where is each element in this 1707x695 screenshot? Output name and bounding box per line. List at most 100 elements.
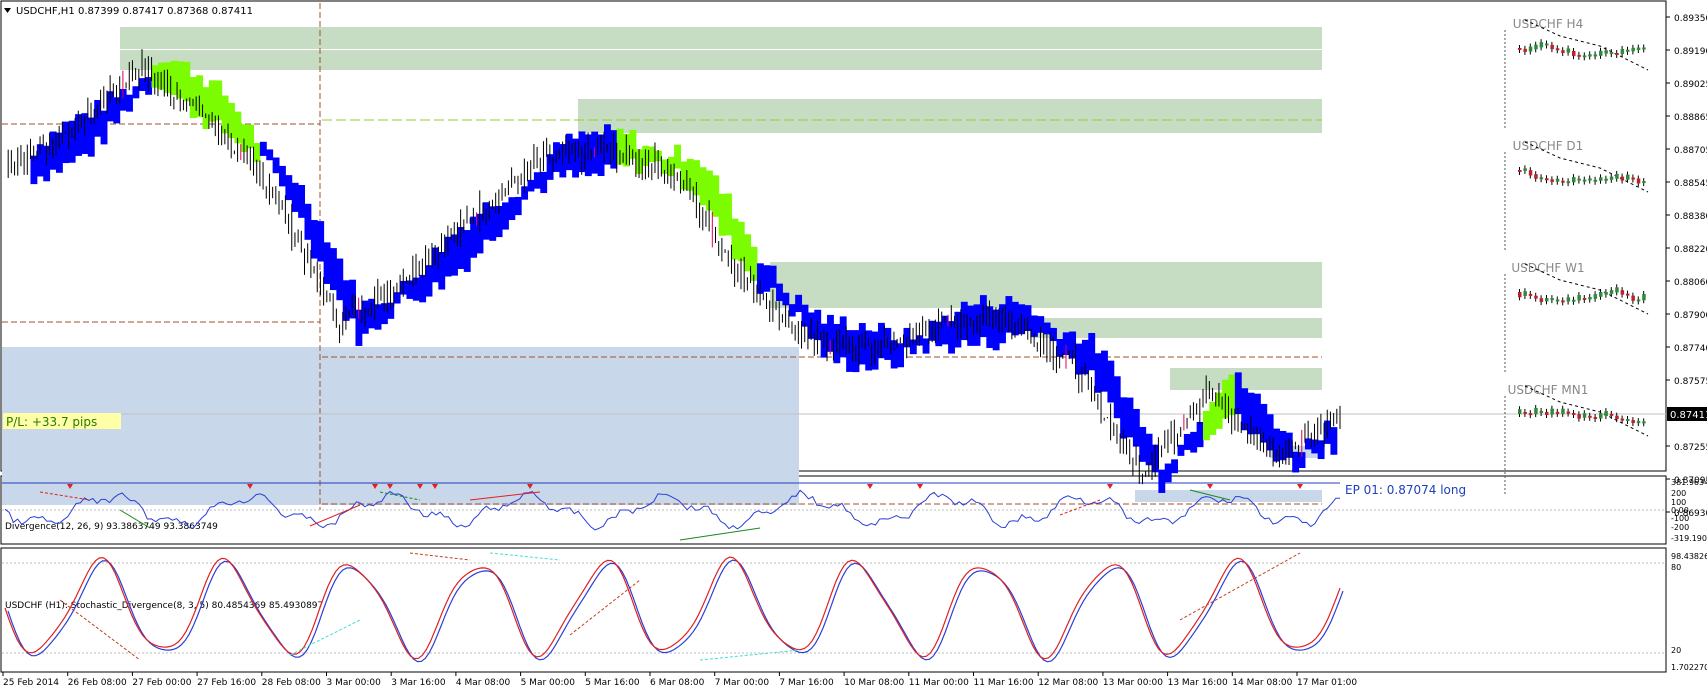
mini-candle	[1599, 50, 1603, 56]
price-tick-label: 0.87575	[1674, 377, 1707, 387]
zone-blue	[2, 347, 799, 505]
mini-candle	[1534, 408, 1538, 415]
time-axis: 25 Feb 2014 26 Feb 08:00 27 Feb 00:00 27 Fe…	[2, 672, 1357, 688]
mini-candle	[1620, 49, 1625, 55]
mini-candle	[1566, 411, 1571, 414]
mini-candle	[1518, 409, 1522, 414]
time-tick-label: 3 Mar 00:00	[327, 678, 382, 688]
price-tick-label: 0.88060	[1674, 278, 1707, 288]
mini-candle	[1555, 411, 1560, 414]
mini-candle	[1555, 178, 1560, 182]
mini-candle	[1566, 181, 1571, 184]
mini-candle	[1588, 297, 1592, 300]
mini-candle	[1599, 177, 1603, 181]
indicator1-tick: 200	[1671, 489, 1686, 498]
mini-candle	[1528, 413, 1533, 416]
price-tick-label: 0.87740	[1674, 344, 1707, 354]
mini-candle	[1588, 178, 1592, 181]
mini-candle	[1534, 174, 1538, 179]
mini-chart-label: USDCHF D1	[1513, 139, 1584, 153]
mini-candle	[1642, 181, 1646, 184]
time-tick-label: 13 Mar 00:00	[1103, 678, 1163, 688]
mini-candle	[1561, 50, 1565, 53]
mini-candle	[1593, 179, 1598, 182]
mini-candle	[1528, 293, 1533, 296]
mini-candle	[1523, 168, 1527, 171]
indicator1-tick: 381.9634	[1671, 478, 1707, 487]
mini-candle	[1545, 411, 1549, 416]
mini-candle	[1626, 418, 1630, 421]
chart-canvas: P/L: +33.7 pips EP 01: 0.87074 long USDC…	[0, 0, 1707, 688]
time-tick-label: 27 Feb 16:00	[197, 678, 256, 688]
mini-candle	[1631, 47, 1635, 52]
time-tick-label: 11 Mar 00:00	[909, 678, 969, 688]
mini-candle	[1599, 291, 1603, 297]
mini-candle	[1518, 48, 1522, 50]
mini-chart-label: USDCHF MN1	[1508, 383, 1589, 397]
time-tick-label: 12 Mar 08:00	[1038, 678, 1098, 688]
time-tick-label: 6 Mar 08:00	[650, 678, 705, 688]
mini-candle	[1528, 170, 1533, 176]
mini-candle	[1555, 299, 1560, 302]
mini-candle	[1631, 420, 1635, 424]
time-tick-label: 4 Mar 08:00	[456, 678, 511, 688]
time-tick-label: 26 Feb 08:00	[68, 678, 127, 688]
mini-candle	[1539, 410, 1544, 413]
mini-candle	[1582, 55, 1587, 58]
mini-candle	[1593, 294, 1598, 299]
mini-candle	[1534, 295, 1538, 299]
mini-candle	[1539, 177, 1544, 180]
indicator2-tick: 98.43826	[1671, 552, 1707, 561]
mini-candle	[1588, 54, 1592, 57]
mini-candle	[1636, 178, 1641, 184]
mini-chart-label: USDCHF W1	[1511, 261, 1584, 275]
mini-candle	[1523, 48, 1527, 52]
entry-label: EP 01: 0.87074 long	[1345, 483, 1466, 497]
mini-candle	[1561, 180, 1565, 183]
price-tick-label: 0.89190	[1674, 47, 1707, 57]
mini-candle	[1604, 292, 1608, 295]
mini-candle	[1620, 418, 1625, 421]
mini-candle	[1545, 43, 1549, 46]
mini-candle	[1604, 178, 1608, 181]
mini-candle	[1550, 44, 1554, 50]
mini-candle	[1534, 44, 1538, 50]
mini-candle	[1550, 179, 1554, 182]
mini-candle	[1620, 176, 1625, 181]
mini-candle	[1555, 48, 1560, 51]
mini-candle	[1604, 411, 1608, 417]
mini-candle	[1523, 291, 1527, 296]
mini-candle	[1604, 50, 1608, 54]
mini-candle	[1550, 408, 1554, 415]
price-tick-label: 0.89350	[1674, 14, 1707, 24]
mini-candle	[1609, 290, 1614, 294]
mini-candle	[1609, 52, 1614, 55]
price-tick-label: 0.88545	[1674, 179, 1707, 189]
mini-candle	[1631, 295, 1635, 301]
mini-candle	[1599, 413, 1603, 419]
price-tick-label: 0.88220	[1674, 245, 1707, 255]
pl-label: P/L: +33.7 pips	[6, 415, 97, 429]
mini-candle	[1588, 415, 1592, 418]
mini-candle	[1566, 48, 1571, 53]
time-tick-label: 7 Mar 16:00	[779, 678, 834, 688]
time-tick-label: 5 Mar 16:00	[585, 678, 640, 688]
zone-green	[120, 27, 1322, 49]
price-tick-label: 0.89025	[1674, 80, 1707, 90]
mini-candle	[1539, 42, 1544, 48]
time-tick-label: 11 Mar 16:00	[974, 678, 1034, 688]
indicator1-tick: -100	[1671, 514, 1689, 523]
mini-candle	[1615, 173, 1619, 179]
mini-candle	[1545, 298, 1549, 302]
price-tick-label: 0.88705	[1674, 146, 1707, 156]
time-tick-label: 17 Mar 01:00	[1297, 678, 1357, 688]
mini-candle	[1636, 421, 1641, 424]
current-price-text: 0.87411	[1670, 410, 1707, 421]
mini-candle	[1518, 292, 1522, 298]
mini-candle	[1566, 297, 1571, 302]
zone-green	[1170, 368, 1322, 390]
mini-candle	[1572, 299, 1576, 302]
mini-candle	[1577, 295, 1581, 301]
mini-candle	[1572, 412, 1576, 415]
indicator2-axis: 98.43826 80 20 1.702270	[1671, 552, 1707, 672]
